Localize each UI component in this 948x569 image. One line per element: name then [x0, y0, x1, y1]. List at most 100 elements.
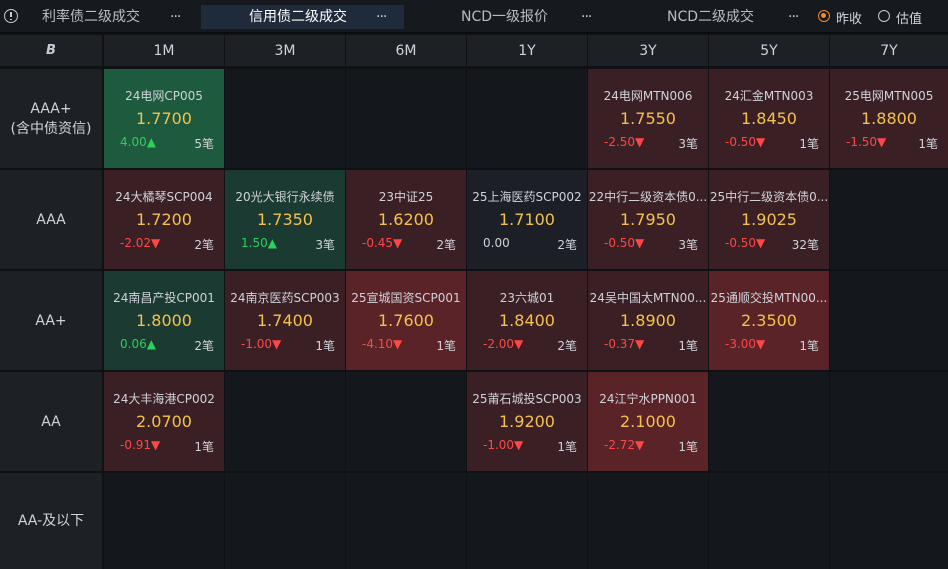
- bond-card[interactable]: 24汇金MTN003 1.8450 -0.50▼ 1笔: [709, 69, 829, 168]
- trade-count: 1笔: [194, 440, 214, 454]
- corner-header: B: [0, 35, 102, 66]
- yield-change: -4.10▼: [362, 337, 403, 351]
- info-icon[interactable]: [4, 9, 18, 23]
- grid-cell: [830, 473, 948, 569]
- bond-card[interactable]: 25中行二级资本债0... 1.9025 -0.50▼ 32笔: [709, 170, 829, 269]
- row-header-label: AAA: [36, 211, 66, 228]
- trade-count: 3笔: [678, 137, 698, 151]
- bond-name: 25上海医药SCP002: [472, 190, 582, 204]
- top-bar: 利率债二级成交 ··· 信用债二级成交 ··· NCD一级报价 ··· NCD二…: [0, 0, 948, 33]
- tab-ncd-primary-quote[interactable]: NCD一级报价 ···: [406, 5, 606, 29]
- bond-card[interactable]: 24电网CP005 1.7700 4.00▲ 5笔: [104, 69, 224, 168]
- grid-cell: [346, 69, 466, 168]
- yield-change: -2.50▼: [604, 135, 645, 149]
- bond-yield: 1.9200: [499, 412, 555, 431]
- trade-count: 2笔: [436, 238, 456, 252]
- bond-card[interactable]: 25莆石城投SCP003 1.9200 -1.00▼ 1笔: [467, 372, 587, 471]
- bond-card[interactable]: 24大丰海港CP002 2.0700 -0.91▼ 1笔: [104, 372, 224, 471]
- bond-card[interactable]: 22中行二级资本债0... 1.7950 -0.50▼ 3笔: [588, 170, 708, 269]
- bond-card[interactable]: 24电网MTN006 1.7550 -2.50▼ 3笔: [588, 69, 708, 168]
- radio-valuation-label[interactable]: 估值: [896, 8, 922, 27]
- trade-count: 2笔: [194, 339, 214, 353]
- bond-name: 25宣城国资SCP001: [351, 291, 461, 305]
- row-header: AAA+ (含中债资信): [0, 69, 102, 168]
- column-header: 1Y: [467, 35, 587, 66]
- tab-ncd-secondary[interactable]: NCD二级成交 ···: [608, 5, 808, 29]
- bond-name: 23中证25: [378, 190, 434, 204]
- bond-name: 25电网MTN005: [844, 89, 934, 103]
- bond-card[interactable]: 23六城01 1.8400 -2.00▼ 2笔: [467, 271, 587, 370]
- bond-name: 24南昌产投CP001: [113, 291, 215, 305]
- tab-label: 利率债二级成交: [42, 9, 140, 25]
- bond-yield: 2.1000: [620, 412, 676, 431]
- radio-prev-close-label[interactable]: 昨收: [836, 8, 862, 27]
- bond-yield: 1.8000: [136, 311, 192, 330]
- bond-name: 22中行二级资本债0...: [588, 190, 708, 204]
- bond-card[interactable]: 25宣城国资SCP001 1.7600 -4.10▼ 1笔: [346, 271, 466, 370]
- more-icon[interactable]: ···: [376, 5, 387, 29]
- column-header: 7Y: [830, 35, 948, 66]
- radio-valuation[interactable]: [878, 10, 890, 22]
- yield-change: 0.06▲: [120, 337, 156, 351]
- bond-card[interactable]: 24江宁水PPN001 2.1000 -2.72▼ 1笔: [588, 372, 708, 471]
- bond-card[interactable]: 25通顺交投MTN00... 2.3500 -3.00▼ 1笔: [709, 271, 829, 370]
- yield-change: -2.00▼: [483, 337, 524, 351]
- bond-name: 24江宁水PPN001: [599, 392, 697, 406]
- yield-change: -0.50▼: [725, 236, 766, 250]
- brand-logo-icon: B: [46, 43, 56, 58]
- column-header: 3M: [225, 35, 345, 66]
- grid-cell: [830, 271, 948, 370]
- radio-prev-close[interactable]: [818, 10, 830, 22]
- bond-card[interactable]: 24吴中国太MTN00... 1.8900 -0.37▼ 1笔: [588, 271, 708, 370]
- bond-name: 24电网CP005: [125, 89, 203, 103]
- row-header: AA-及以下: [0, 473, 102, 569]
- yield-change: -1.00▼: [483, 438, 524, 452]
- column-header: 3Y: [588, 35, 708, 66]
- bond-yield: 1.7200: [136, 210, 192, 229]
- bond-yield: 2.0700: [136, 412, 192, 431]
- grid-cell: [467, 473, 587, 569]
- bond-name: 25中行二级资本债0...: [709, 190, 829, 204]
- bond-name: 24大丰海港CP002: [113, 392, 215, 406]
- bond-card[interactable]: 23中证25 1.6200 -0.45▼ 2笔: [346, 170, 466, 269]
- yield-change: 0.00: [483, 236, 510, 250]
- bond-card[interactable]: 24南京医药SCP003 1.7400 -1.00▼ 1笔: [225, 271, 345, 370]
- trade-count: 2笔: [194, 238, 214, 252]
- trade-count: 1笔: [557, 440, 577, 454]
- bond-yield: 1.7700: [136, 109, 192, 128]
- bond-name: 25莆石城投SCP003: [472, 392, 582, 406]
- bond-name: 24吴中国太MTN00...: [589, 291, 707, 305]
- bond-card[interactable]: 20光大银行永续债 1.7350 1.50▲ 3笔: [225, 170, 345, 269]
- grid-cell: [346, 372, 466, 471]
- bond-yield: 1.8400: [499, 311, 555, 330]
- more-icon[interactable]: ···: [170, 5, 181, 29]
- tab-credit-bond-secondary[interactable]: 信用债二级成交 ···: [201, 5, 404, 29]
- bond-name: 24汇金MTN003: [724, 89, 814, 103]
- bond-yield: 1.9025: [741, 210, 797, 229]
- grid-cell: [709, 473, 829, 569]
- trade-count: 1笔: [678, 339, 698, 353]
- bond-yield: 1.7550: [620, 109, 676, 128]
- yield-change: -0.91▼: [120, 438, 161, 452]
- grid-cell: [467, 69, 587, 168]
- trade-count: 1笔: [918, 137, 938, 151]
- trade-count: 1笔: [315, 339, 335, 353]
- column-header: 1M: [104, 35, 224, 66]
- grid-cell: [588, 473, 708, 569]
- bond-card[interactable]: 25上海医药SCP002 1.7100 0.00 2笔: [467, 170, 587, 269]
- yield-change: 4.00▲: [120, 135, 156, 149]
- more-icon[interactable]: ···: [788, 5, 799, 29]
- bond-yield: 1.7950: [620, 210, 676, 229]
- bond-card[interactable]: 24大橘琴SCP004 1.7200 -2.02▼ 2笔: [104, 170, 224, 269]
- row-header: AA+: [0, 271, 102, 370]
- yield-change: -1.50▼: [846, 135, 887, 149]
- row-header-label: AA+: [35, 312, 67, 329]
- tab-label: NCD一级报价: [461, 9, 549, 25]
- bond-yield: 1.8450: [741, 109, 797, 128]
- more-icon[interactable]: ···: [581, 5, 592, 29]
- tab-rate-bond-secondary[interactable]: 利率债二级成交 ···: [24, 5, 196, 29]
- bond-card[interactable]: 24南昌产投CP001 1.8000 0.06▲ 2笔: [104, 271, 224, 370]
- yield-change: -2.02▼: [120, 236, 161, 250]
- bond-card[interactable]: 25电网MTN005 1.8800 -1.50▼ 1笔: [830, 69, 948, 168]
- yield-change: -0.50▼: [725, 135, 766, 149]
